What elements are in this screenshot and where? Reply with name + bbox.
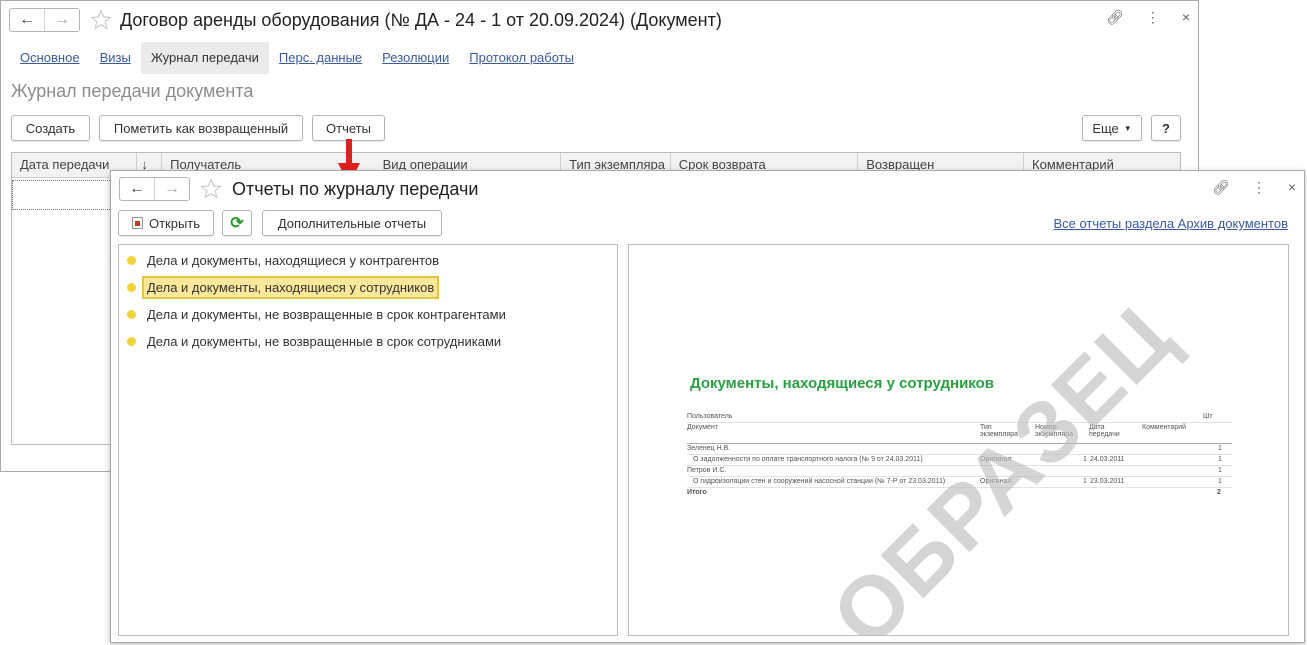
forward-arrow-icon[interactable]: →: [44, 9, 79, 31]
total-qty: 2: [1217, 489, 1221, 496]
total-label: Итого: [687, 489, 707, 496]
more-button[interactable]: Еще ▼: [1082, 115, 1142, 141]
preview-header-row: Пользователь Шт: [687, 412, 1232, 423]
cell-name: Петров И.С.: [687, 467, 727, 474]
favorite-star-icon[interactable]: [200, 178, 222, 200]
table-cell-focus[interactable]: [12, 180, 112, 210]
bullet-icon: [127, 256, 136, 265]
bullet-icon: [127, 283, 136, 292]
cell-date: 24.03.2011: [1090, 456, 1125, 463]
report-label: Дела и документы, не возвращенные в срок…: [147, 306, 506, 322]
list-item[interactable]: Дела и документы, находящиеся у контраге…: [127, 248, 440, 272]
cell-name: О задолженности по оплате транспортного …: [693, 456, 923, 463]
preview-header-row: Документ Тип экземпляра Номер экземпляра…: [687, 423, 1232, 444]
cell-number: 1: [1083, 478, 1087, 485]
mark-returned-button[interactable]: Пометить как возвращенный: [99, 115, 303, 141]
cell-name: О гидроизоляции стен и сооружений насосн…: [693, 478, 946, 485]
header-document: Документ: [687, 424, 719, 431]
cell-name: Зеленец Н.В.: [687, 445, 731, 452]
nav-buttons: ← →: [9, 8, 80, 32]
tab-work-log[interactable]: Протокол работы: [459, 42, 584, 74]
report-label: Дела и документы, находящиеся у сотрудни…: [142, 275, 440, 299]
additional-reports-button[interactable]: Дополнительные отчеты: [262, 210, 442, 236]
cell-qty: 1: [1218, 456, 1222, 463]
forward-arrow-icon[interactable]: →: [154, 178, 189, 200]
window-controls: 🔗︎ ⋮ ×: [1106, 9, 1190, 26]
cell-qty: 1: [1218, 445, 1222, 452]
list-item[interactable]: Дела и документы, не возвращенные в срок…: [127, 302, 506, 326]
window-title: Отчеты по журналу передачи: [232, 178, 479, 199]
cell-date: 23.03.2011: [1090, 478, 1125, 485]
create-button[interactable]: Создать: [11, 115, 90, 141]
nav-buttons: ← →: [119, 177, 190, 201]
bullet-icon: [127, 310, 136, 319]
open-button-content: Открыть: [131, 215, 201, 231]
report-preview: Документы, находящиеся у сотрудников Пол…: [628, 244, 1289, 636]
cell-qty: 1: [1218, 467, 1222, 474]
back-arrow-icon[interactable]: ←: [120, 178, 154, 200]
header-comment: Комментарий: [1142, 424, 1187, 431]
help-button[interactable]: ?: [1151, 115, 1181, 141]
document-titlebar: ← → Договор аренды оборудования (№ ДА - …: [9, 6, 1190, 34]
reports-button[interactable]: Отчеты: [312, 115, 385, 141]
tab-main[interactable]: Основное: [10, 42, 90, 74]
tab-resolutions[interactable]: Резолюции: [372, 42, 459, 74]
window-controls: 🔗︎ ⋮ ×: [1212, 179, 1296, 196]
header-user: Пользователь: [687, 413, 733, 420]
back-arrow-icon[interactable]: ←: [10, 9, 44, 31]
open-button-label: Открыть: [148, 215, 201, 231]
open-button[interactable]: Открыть: [118, 210, 214, 236]
link-icon[interactable]: 🔗︎: [1106, 9, 1124, 26]
more-menu-icon[interactable]: ⋮: [1252, 179, 1266, 196]
reports-titlebar: ← → Отчеты по журналу передачи 🔗︎ ⋮ ×: [119, 175, 1296, 203]
close-icon[interactable]: ×: [1182, 9, 1190, 26]
cell-qty: 1: [1218, 478, 1222, 485]
more-menu-icon[interactable]: ⋮: [1146, 9, 1160, 26]
chevron-down-icon: ▼: [1123, 123, 1132, 133]
list-item-selected[interactable]: Дела и документы, находящиеся у сотрудни…: [127, 275, 440, 299]
tab-personal-data[interactable]: Перс. данные: [269, 42, 372, 74]
report-list: Дела и документы, находящиеся у контраге…: [118, 244, 618, 636]
favorite-star-icon[interactable]: [90, 9, 112, 31]
preview-title: Документы, находящиеся у сотрудников: [690, 375, 994, 392]
window-title: Договор аренды оборудования (№ ДА - 24 -…: [120, 9, 722, 30]
refresh-button[interactable]: ⟳: [222, 210, 252, 236]
close-icon[interactable]: ×: [1288, 179, 1296, 196]
section-title: Журнал передачи документа: [11, 81, 254, 101]
document-tabs: Основное Визы Журнал передачи Перс. данн…: [10, 42, 584, 74]
tab-visas[interactable]: Визы: [90, 42, 141, 74]
all-reports-link[interactable]: Все отчеты раздела Архив документов: [1053, 216, 1288, 231]
report-label: Дела и документы, не возвращенные в срок…: [147, 333, 502, 349]
link-icon[interactable]: 🔗︎: [1212, 179, 1230, 196]
more-button-label: Еще: [1092, 120, 1119, 136]
report-icon: [131, 217, 143, 229]
report-label: Дела и документы, находящиеся у контраге…: [147, 252, 440, 268]
header-qty: Шт: [1203, 413, 1213, 420]
list-item[interactable]: Дела и документы, не возвращенные в срок…: [127, 329, 502, 353]
reports-window: ← → Отчеты по журналу передачи 🔗︎ ⋮ × От…: [110, 170, 1305, 643]
tab-transfer-log[interactable]: Журнал передачи: [140, 42, 269, 74]
bullet-icon: [127, 337, 136, 346]
refresh-icon: ⟳: [230, 215, 244, 232]
